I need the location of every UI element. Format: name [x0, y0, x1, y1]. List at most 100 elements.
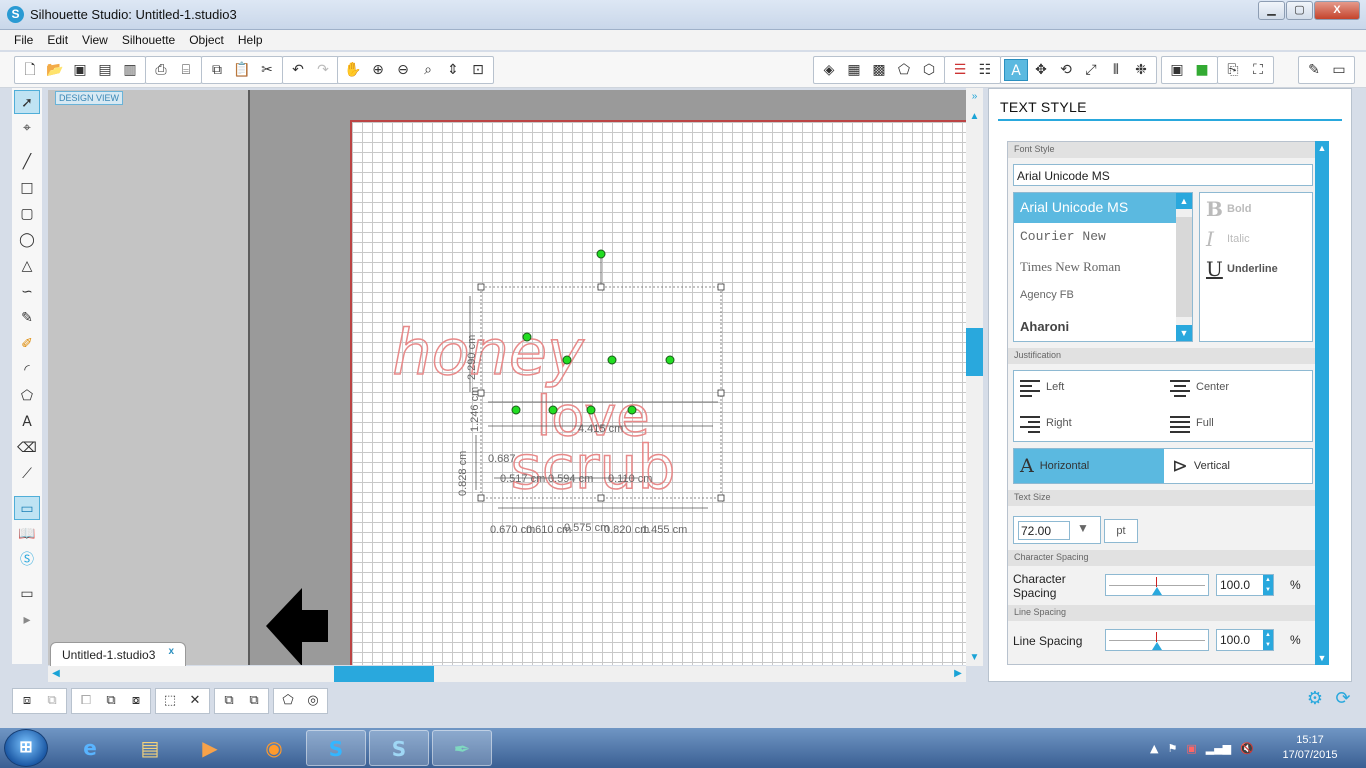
line-style-icon[interactable]: ⬡	[917, 59, 941, 81]
text-size-input[interactable]: 72.00	[1018, 521, 1070, 540]
usb-device-icon[interactable]: ▣	[1186, 742, 1196, 755]
line-color-icon[interactable]: ⬠	[892, 59, 916, 81]
start-button[interactable]: ⊞	[4, 729, 48, 767]
store-view-icon[interactable]: Ⓢ	[14, 548, 40, 572]
scroll-down-icon[interactable]: ▼	[966, 649, 983, 666]
freehand-icon[interactable]: ✎	[14, 306, 40, 330]
group-icon[interactable]: ⧈	[15, 690, 39, 712]
make-compound-icon[interactable]: ⧠	[74, 690, 98, 712]
character-spacing-slider[interactable]	[1105, 574, 1209, 596]
font-item-agency-fb[interactable]: Agency FB	[1014, 283, 1192, 313]
file-explorer-icon[interactable]: ▤	[120, 730, 180, 766]
rounded-rectangle-icon[interactable]: ▢	[14, 202, 40, 226]
scroll-right-icon[interactable]: ▶	[950, 666, 966, 682]
font-list-thumb[interactable]	[1176, 217, 1192, 317]
fill-color-icon[interactable]: ◈	[817, 59, 841, 81]
menu-help[interactable]: Help	[231, 30, 270, 50]
maximize-button[interactable]: ▢	[1286, 1, 1313, 20]
line-spacing-input[interactable]: 100.0 ▲ ▼	[1216, 629, 1274, 651]
weld-icon[interactable]: ⬠	[276, 690, 300, 712]
delete-icon[interactable]: ✕	[183, 690, 207, 712]
library-view-icon[interactable]: 📖	[14, 522, 40, 546]
internet-explorer-icon[interactable]: e	[60, 730, 120, 766]
regular-polygon-icon[interactable]: ⬠	[14, 384, 40, 408]
text-artwork[interactable]: honey love scrub 2.290 cm 1.246 cm 0.828…	[48, 90, 966, 665]
font-list-down-icon[interactable]: ▼	[1176, 325, 1192, 341]
action-center-flag-icon[interactable]: ⚑	[1167, 742, 1177, 755]
print-cutter-icon[interactable]: ⌸	[174, 59, 198, 81]
zoom-fit-icon[interactable]: ⊡	[466, 59, 490, 81]
slider-thumb[interactable]	[1152, 587, 1162, 595]
slider-thumb[interactable]	[1152, 642, 1162, 650]
silhouette-studio-icon[interactable]: S	[369, 730, 429, 766]
transform-3d-icon[interactable]: ⬚	[158, 690, 182, 712]
grid-icon[interactable]: ☷	[973, 59, 997, 81]
offset-icon[interactable]: ◎	[301, 690, 325, 712]
collapse-panel-icon[interactable]: »	[966, 88, 983, 105]
scale-icon[interactable]: ⤢	[1079, 59, 1103, 81]
justify-left-button[interactable]: Left	[1020, 377, 1064, 397]
network-signal-icon[interactable]: ▂▄▆	[1206, 742, 1231, 755]
font-item-times-new-roman[interactable]: Times New Roman	[1014, 253, 1192, 283]
save-library-icon[interactable]: ▥	[118, 59, 142, 81]
trace-icon[interactable]: ☰	[948, 59, 972, 81]
skype-icon[interactable]: S	[306, 730, 366, 766]
save-icon[interactable]: ▣	[68, 59, 92, 81]
ungroup-icon[interactable]: ⧉	[40, 690, 64, 712]
knife-icon[interactable]: ⟋	[14, 462, 40, 486]
play-icon[interactable]: ▸	[14, 608, 40, 632]
tab-close-icon[interactable]: x	[168, 646, 174, 657]
vertical-orientation-button[interactable]: ⊳ Vertical	[1166, 449, 1312, 483]
font-item-aharoni[interactable]: Aharoni	[1014, 313, 1192, 341]
ellipse-icon[interactable]: ◯	[14, 228, 40, 252]
open-icon[interactable]: 📂	[43, 59, 67, 81]
panel-scroll-up-icon[interactable]: ▲	[1315, 141, 1329, 155]
font-list-up-icon[interactable]: ▲	[1176, 193, 1192, 209]
font-item-courier-new[interactable]: Courier New	[1014, 223, 1192, 253]
art-word-1[interactable]: honey	[392, 315, 586, 390]
menu-edit[interactable]: Edit	[40, 30, 75, 50]
curve-icon[interactable]: ∽	[14, 280, 40, 304]
vertical-scroll-thumb[interactable]	[966, 328, 983, 376]
new-icon[interactable]: 🗋	[18, 59, 42, 81]
send-icon[interactable]: ⎘	[1221, 59, 1245, 81]
text-size-unit-button[interactable]: pt	[1104, 519, 1138, 543]
send-backward-icon[interactable]: ⧉	[242, 690, 266, 712]
panel-icon[interactable]: ▭	[14, 582, 40, 606]
document-tab[interactable]: Untitled-1.studio3 x	[50, 642, 186, 666]
pattern-icon[interactable]: ▩	[867, 59, 891, 81]
text-size-dropdown-icon[interactable]: ▼	[1077, 521, 1089, 535]
spinner-arrows-icon[interactable]: ▲ ▼	[1263, 630, 1273, 650]
transform-icon[interactable]: ✥	[1029, 59, 1053, 81]
rectangle-icon[interactable]: □	[14, 176, 40, 200]
smooth-freehand-icon[interactable]: ✐	[14, 332, 40, 356]
rotate-icon[interactable]: ⟲	[1054, 59, 1078, 81]
gradient-icon[interactable]: ▦	[842, 59, 866, 81]
zoom-select-icon[interactable]: ⌕	[416, 59, 440, 81]
horizontal-orientation-button[interactable]: A Horizontal	[1014, 449, 1164, 483]
volume-muted-icon[interactable]: 🔇	[1240, 742, 1254, 755]
clock[interactable]: 15:17 17/07/2015	[1278, 733, 1342, 763]
font-name-input[interactable]: Arial Unicode MS	[1013, 164, 1313, 186]
quill-icon[interactable]: ✒	[432, 730, 492, 766]
menu-object[interactable]: Object	[182, 30, 231, 50]
italic-option[interactable]: I Italic	[1206, 227, 1250, 251]
design-workspace[interactable]: DESIGN VIEW honey love scrub 2.290 cm 1.…	[48, 90, 966, 665]
release-compound-icon[interactable]: ⧉	[99, 690, 123, 712]
page-setup-icon[interactable]: ▣	[1165, 59, 1189, 81]
save-as-icon[interactable]: ▤	[93, 59, 117, 81]
pan-icon[interactable]: ✋	[341, 59, 365, 81]
justify-right-button[interactable]: Right	[1020, 413, 1072, 433]
bring-forward-icon[interactable]: ⧉	[217, 690, 241, 712]
underline-option[interactable]: U Underline	[1206, 257, 1278, 281]
media-player-icon[interactable]: ▶	[180, 730, 240, 766]
scroll-left-icon[interactable]: ◀	[48, 666, 64, 682]
copy-icon[interactable]: ⧉	[205, 59, 229, 81]
align-icon[interactable]: ⫴	[1104, 59, 1128, 81]
select-icon[interactable]: ➚	[14, 90, 40, 114]
print-icon[interactable]: ⎙	[149, 59, 173, 81]
library-icon[interactable]: ✎	[1302, 59, 1326, 81]
text-icon[interactable]: A	[14, 410, 40, 434]
font-item-arial-unicode[interactable]: Arial Unicode MS	[1014, 193, 1192, 223]
cut-settings-icon[interactable]: ■	[1190, 59, 1214, 81]
